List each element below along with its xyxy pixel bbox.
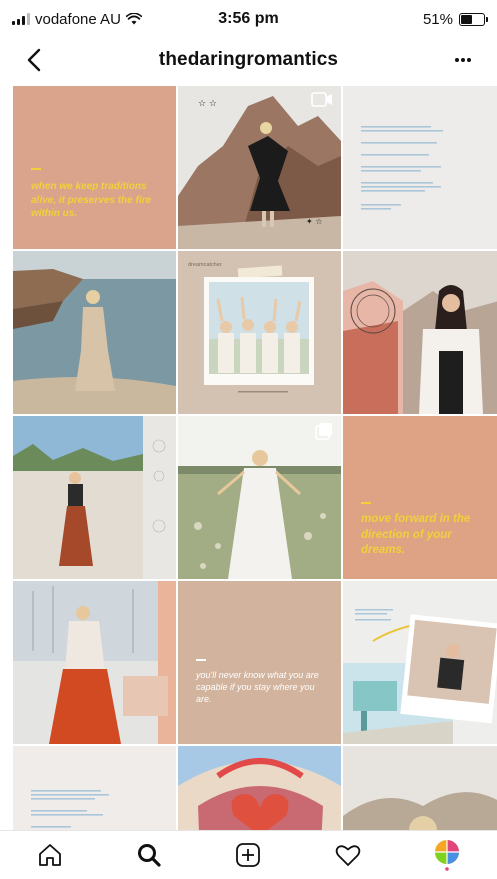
signal-icon (12, 13, 30, 25)
post-tile-12[interactable] (343, 581, 497, 744)
battery-icon (459, 12, 488, 26)
text-card-lines-2 (31, 790, 109, 828)
profile-username-title: thedaringromantics (158, 49, 339, 70)
post-photo-polaroid-friends (204, 265, 314, 393)
profile-avatar-icon (435, 840, 460, 871)
tab-activity[interactable] (323, 833, 373, 877)
svg-text:☆ ☆: ☆ ☆ (198, 99, 217, 109)
post-tile-2[interactable]: ☆ ☆ ✦ ☆ (178, 86, 341, 249)
status-bar: vodafone AU 3:56 pm 51% (0, 0, 497, 38)
post-quote-1: when we keep traditions alive, it preser… (31, 181, 152, 219)
carrier-label: vodafone AU (35, 10, 121, 28)
back-button[interactable] (20, 46, 48, 74)
post-grid: when we keep traditions alive, it preser… (13, 86, 497, 830)
post-photo-desert-hills (343, 746, 497, 830)
post-tile-13[interactable] (13, 746, 176, 830)
post-photo-beach-swing (13, 416, 176, 579)
battery-fill (461, 14, 473, 24)
tab-home[interactable] (25, 833, 75, 877)
heart-icon (335, 845, 361, 866)
post-tile-4[interactable] (13, 251, 176, 414)
status-right: 51% (315, 10, 488, 28)
post-photo-desert-portrait (343, 251, 497, 414)
post-quote-2: move forward in the direction of your dr… (361, 513, 471, 557)
carousel-icon (315, 422, 333, 445)
plus-square-icon (236, 843, 261, 867)
post-tile-5[interactable]: dreamcatcher (178, 251, 341, 414)
status-time: 3:56 pm (218, 10, 279, 27)
video-icon (311, 92, 333, 112)
post-tile-14[interactable] (178, 746, 341, 830)
tab-profile[interactable] (422, 833, 472, 877)
search-icon (138, 844, 161, 867)
post-tile-15[interactable] (343, 746, 497, 830)
post-photo-lifeguard-polaroid (343, 581, 497, 744)
nav-header: thedaringromantics (0, 38, 497, 82)
post-tile-11[interactable]: you'll never know what you are capable i… (178, 581, 341, 744)
battery-percent: 51% (422, 10, 453, 28)
post-tile-7[interactable] (13, 416, 176, 579)
wifi-icon (125, 13, 142, 25)
post-tile-6[interactable] (343, 251, 497, 414)
post-tile-1[interactable]: when we keep traditions alive, it preser… (13, 86, 176, 249)
post-tile-3[interactable] (343, 86, 497, 249)
quote-dash (31, 168, 41, 170)
post-tile-10[interactable] (13, 581, 176, 744)
more-options-button[interactable] (449, 46, 477, 74)
text-card-lines (361, 126, 443, 210)
status-left: vodafone AU (12, 11, 182, 28)
quote-dash (196, 659, 206, 661)
post-tile-9[interactable]: move forward in the direction of your dr… (343, 416, 497, 579)
bottom-tab-bar (0, 830, 497, 879)
post-tile-8[interactable] (178, 416, 341, 579)
tab-search[interactable] (124, 833, 174, 877)
post-photo-salvation-mountain (178, 746, 341, 830)
quote-dash (361, 502, 371, 504)
post-photo-harbor-skirt (13, 581, 176, 744)
svg-text:✦ ☆: ✦ ☆ (306, 217, 322, 226)
tab-new-post[interactable] (223, 833, 273, 877)
home-icon (38, 844, 61, 866)
post-quote-3: you'll never know what you are capable i… (196, 670, 319, 705)
chevron-left-icon (27, 48, 41, 72)
post-photo-ocean-cliff (13, 251, 176, 414)
more-dots-icon (455, 58, 471, 62)
